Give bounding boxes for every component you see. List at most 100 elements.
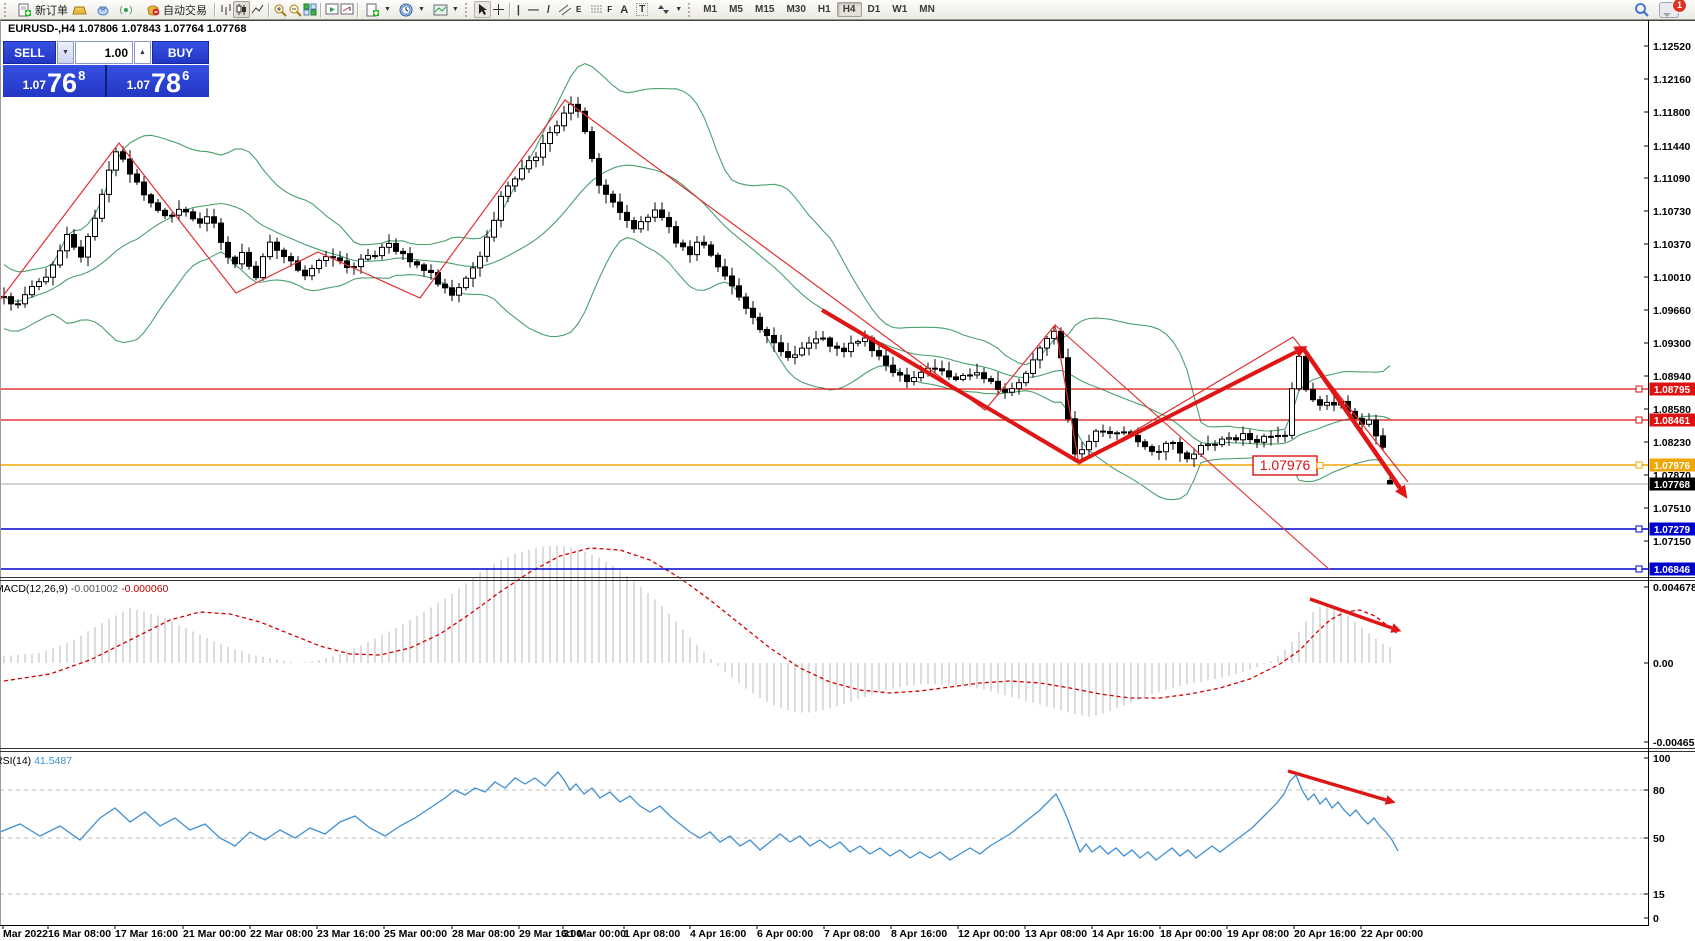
inchart-price-label[interactable]: 1.07976	[1253, 456, 1323, 475]
separator	[268, 3, 269, 17]
buy-price-tile[interactable]: 1.07786	[107, 65, 209, 97]
search-icon[interactable]	[1634, 2, 1649, 17]
tab-timeframe-m5[interactable]: M5	[723, 2, 749, 17]
toolbar: 新订单 自动交易	[0, 0, 1695, 20]
templates-button[interactable]: ▼	[429, 1, 463, 19]
notification-badge: 1	[1672, 0, 1687, 13]
svg-text:100: 100	[1653, 753, 1671, 765]
tab-timeframe-m15[interactable]: M15	[749, 2, 780, 17]
svg-text:18 Apr 00:00: 18 Apr 00:00	[1160, 928, 1222, 940]
sell-price-small: 1.07	[23, 78, 46, 92]
crosshair-icon[interactable]	[491, 2, 506, 17]
volume-decrease-button[interactable]: ▼	[57, 41, 74, 64]
svg-text:14 Apr 16:00: 14 Apr 16:00	[1092, 928, 1154, 940]
tab-timeframe-h4[interactable]: H4	[837, 2, 862, 17]
clock-icon	[399, 2, 414, 17]
svg-text:1.09660: 1.09660	[1653, 305, 1691, 317]
svg-text:22 Apr 00:00: 22 Apr 00:00	[1361, 928, 1423, 940]
dropdown-caret: ▼	[418, 6, 425, 13]
chart-canvas[interactable]: 1.079761.125201.121601.118001.114401.110…	[0, 0, 1695, 941]
periods-button[interactable]: ▼	[395, 1, 429, 19]
sell-price-sup: 8	[78, 68, 85, 83]
new-order-button[interactable]: 新订单	[13, 1, 72, 19]
candlestick-icon[interactable]	[233, 1, 250, 18]
time-axis: Mar 202216 Mar 08:0017 Mar 16:0021 Mar 0…	[3, 925, 1423, 940]
separator	[509, 3, 510, 17]
svg-text:8 Apr 16:00: 8 Apr 16:00	[891, 928, 947, 940]
arrows-icon	[656, 2, 671, 17]
svg-text:1.09300: 1.09300	[1653, 338, 1691, 350]
svg-text:20 Apr 16:00: 20 Apr 16:00	[1294, 928, 1356, 940]
svg-text:28 Mar 08:00: 28 Mar 08:00	[452, 928, 515, 940]
dropdown-caret: ▼	[452, 6, 459, 13]
svg-text:19 Apr 08:00: 19 Apr 08:00	[1227, 928, 1289, 940]
svg-text:1.12520: 1.12520	[1653, 41, 1691, 53]
svg-text:4 Apr 16:00: 4 Apr 16:00	[690, 928, 746, 940]
tab-timeframe-h1[interactable]: H1	[812, 2, 837, 17]
chat-icon[interactable]: 1	[1659, 2, 1679, 18]
toolbar-grip	[4, 3, 9, 17]
svg-text:17 Mar 16:00: 17 Mar 16:00	[115, 928, 178, 940]
toolbar-grip	[688, 3, 693, 17]
cursor-icon[interactable]	[474, 1, 491, 18]
gold-box-icon[interactable]	[72, 2, 87, 17]
chart-title: EURUSD-,H4 1.07806 1.07843 1.07764 1.077…	[8, 23, 247, 35]
one-click-trading-panel: SELL ▼ ▲ BUY 1.07768 1.07786	[3, 41, 209, 97]
tab-timeframe-m30[interactable]: M30	[780, 2, 811, 17]
buy-price-small: 1.07	[127, 78, 150, 92]
volume-input[interactable]	[75, 41, 133, 64]
volume-increase-button[interactable]: ▲	[134, 41, 151, 64]
zoom-out-icon[interactable]	[287, 2, 302, 17]
sell-price-tile[interactable]: 1.07768	[3, 65, 105, 97]
svg-text:1.12160: 1.12160	[1653, 74, 1691, 86]
buy-button[interactable]: BUY	[152, 41, 209, 64]
svg-text:23 Mar 16:00: 23 Mar 16:00	[317, 928, 380, 940]
svg-text:50: 50	[1653, 833, 1665, 845]
svg-text:1.11440: 1.11440	[1653, 141, 1691, 153]
arrows-tool[interactable]: ▼	[652, 1, 686, 19]
tile-windows-icon[interactable]	[302, 2, 317, 17]
svg-text:13 Apr 08:00: 13 Apr 08:00	[1025, 928, 1087, 940]
macd-label: MACD(12,26,9) -0.001002 -0.000060	[0, 583, 169, 595]
buy-price-big: 78	[151, 71, 181, 95]
new-chart-icon[interactable]	[324, 2, 339, 17]
sell-price-big: 76	[47, 71, 77, 95]
buy-price-sup: 6	[182, 68, 189, 83]
blue-pitcher-icon[interactable]	[95, 2, 110, 17]
dropdown-caret: ▼	[675, 6, 682, 13]
text-label-tool[interactable]: T	[632, 1, 652, 19]
svg-text:0: 0	[1653, 913, 1659, 925]
line-chart-icon[interactable]	[250, 2, 265, 17]
svg-text:1.07768: 1.07768	[1654, 480, 1691, 491]
svg-text:25 Mar 00:00: 25 Mar 00:00	[384, 928, 447, 940]
text-label-letter: T	[636, 3, 648, 16]
tab-timeframe-d1[interactable]: D1	[862, 2, 887, 17]
svg-text:1.07510: 1.07510	[1653, 503, 1691, 515]
fibonacci-letter: F	[607, 5, 612, 14]
svg-text:80: 80	[1653, 785, 1665, 797]
toolbar-grip	[465, 3, 470, 17]
tab-timeframe-m1[interactable]: M1	[697, 2, 723, 17]
sell-button[interactable]: SELL	[3, 41, 56, 64]
svg-text:31 Mar 00:00: 31 Mar 00:00	[563, 928, 626, 940]
tab-timeframe-mn[interactable]: MN	[913, 2, 941, 17]
bar-chart-icon[interactable]	[218, 2, 233, 17]
signal-icon[interactable]	[118, 2, 133, 17]
horizontal-line-tool[interactable]: —	[524, 1, 543, 19]
svg-text:1.10370: 1.10370	[1653, 239, 1691, 251]
trendline-tool[interactable]: /	[543, 1, 554, 19]
tab-timeframe-w1[interactable]: W1	[886, 2, 913, 17]
template-icon	[433, 2, 448, 17]
channel-tool[interactable]: E	[554, 1, 585, 19]
zoom-in-icon[interactable]	[272, 2, 287, 17]
text-tool[interactable]: A	[616, 1, 632, 19]
indicators-button[interactable]: ▼	[361, 1, 395, 19]
svg-text:-0.004657: -0.004657	[1653, 737, 1695, 749]
svg-text:1.11800: 1.11800	[1653, 107, 1691, 119]
auto-trading-button[interactable]: 自动交易	[141, 1, 211, 19]
chart-shift-icon[interactable]	[339, 2, 354, 17]
fibonacci-tool[interactable]: F	[585, 1, 616, 19]
vertical-line-tool[interactable]: |	[513, 1, 524, 19]
rsi-label: RSI(14) 41.5487	[0, 755, 72, 767]
separator	[214, 3, 215, 17]
